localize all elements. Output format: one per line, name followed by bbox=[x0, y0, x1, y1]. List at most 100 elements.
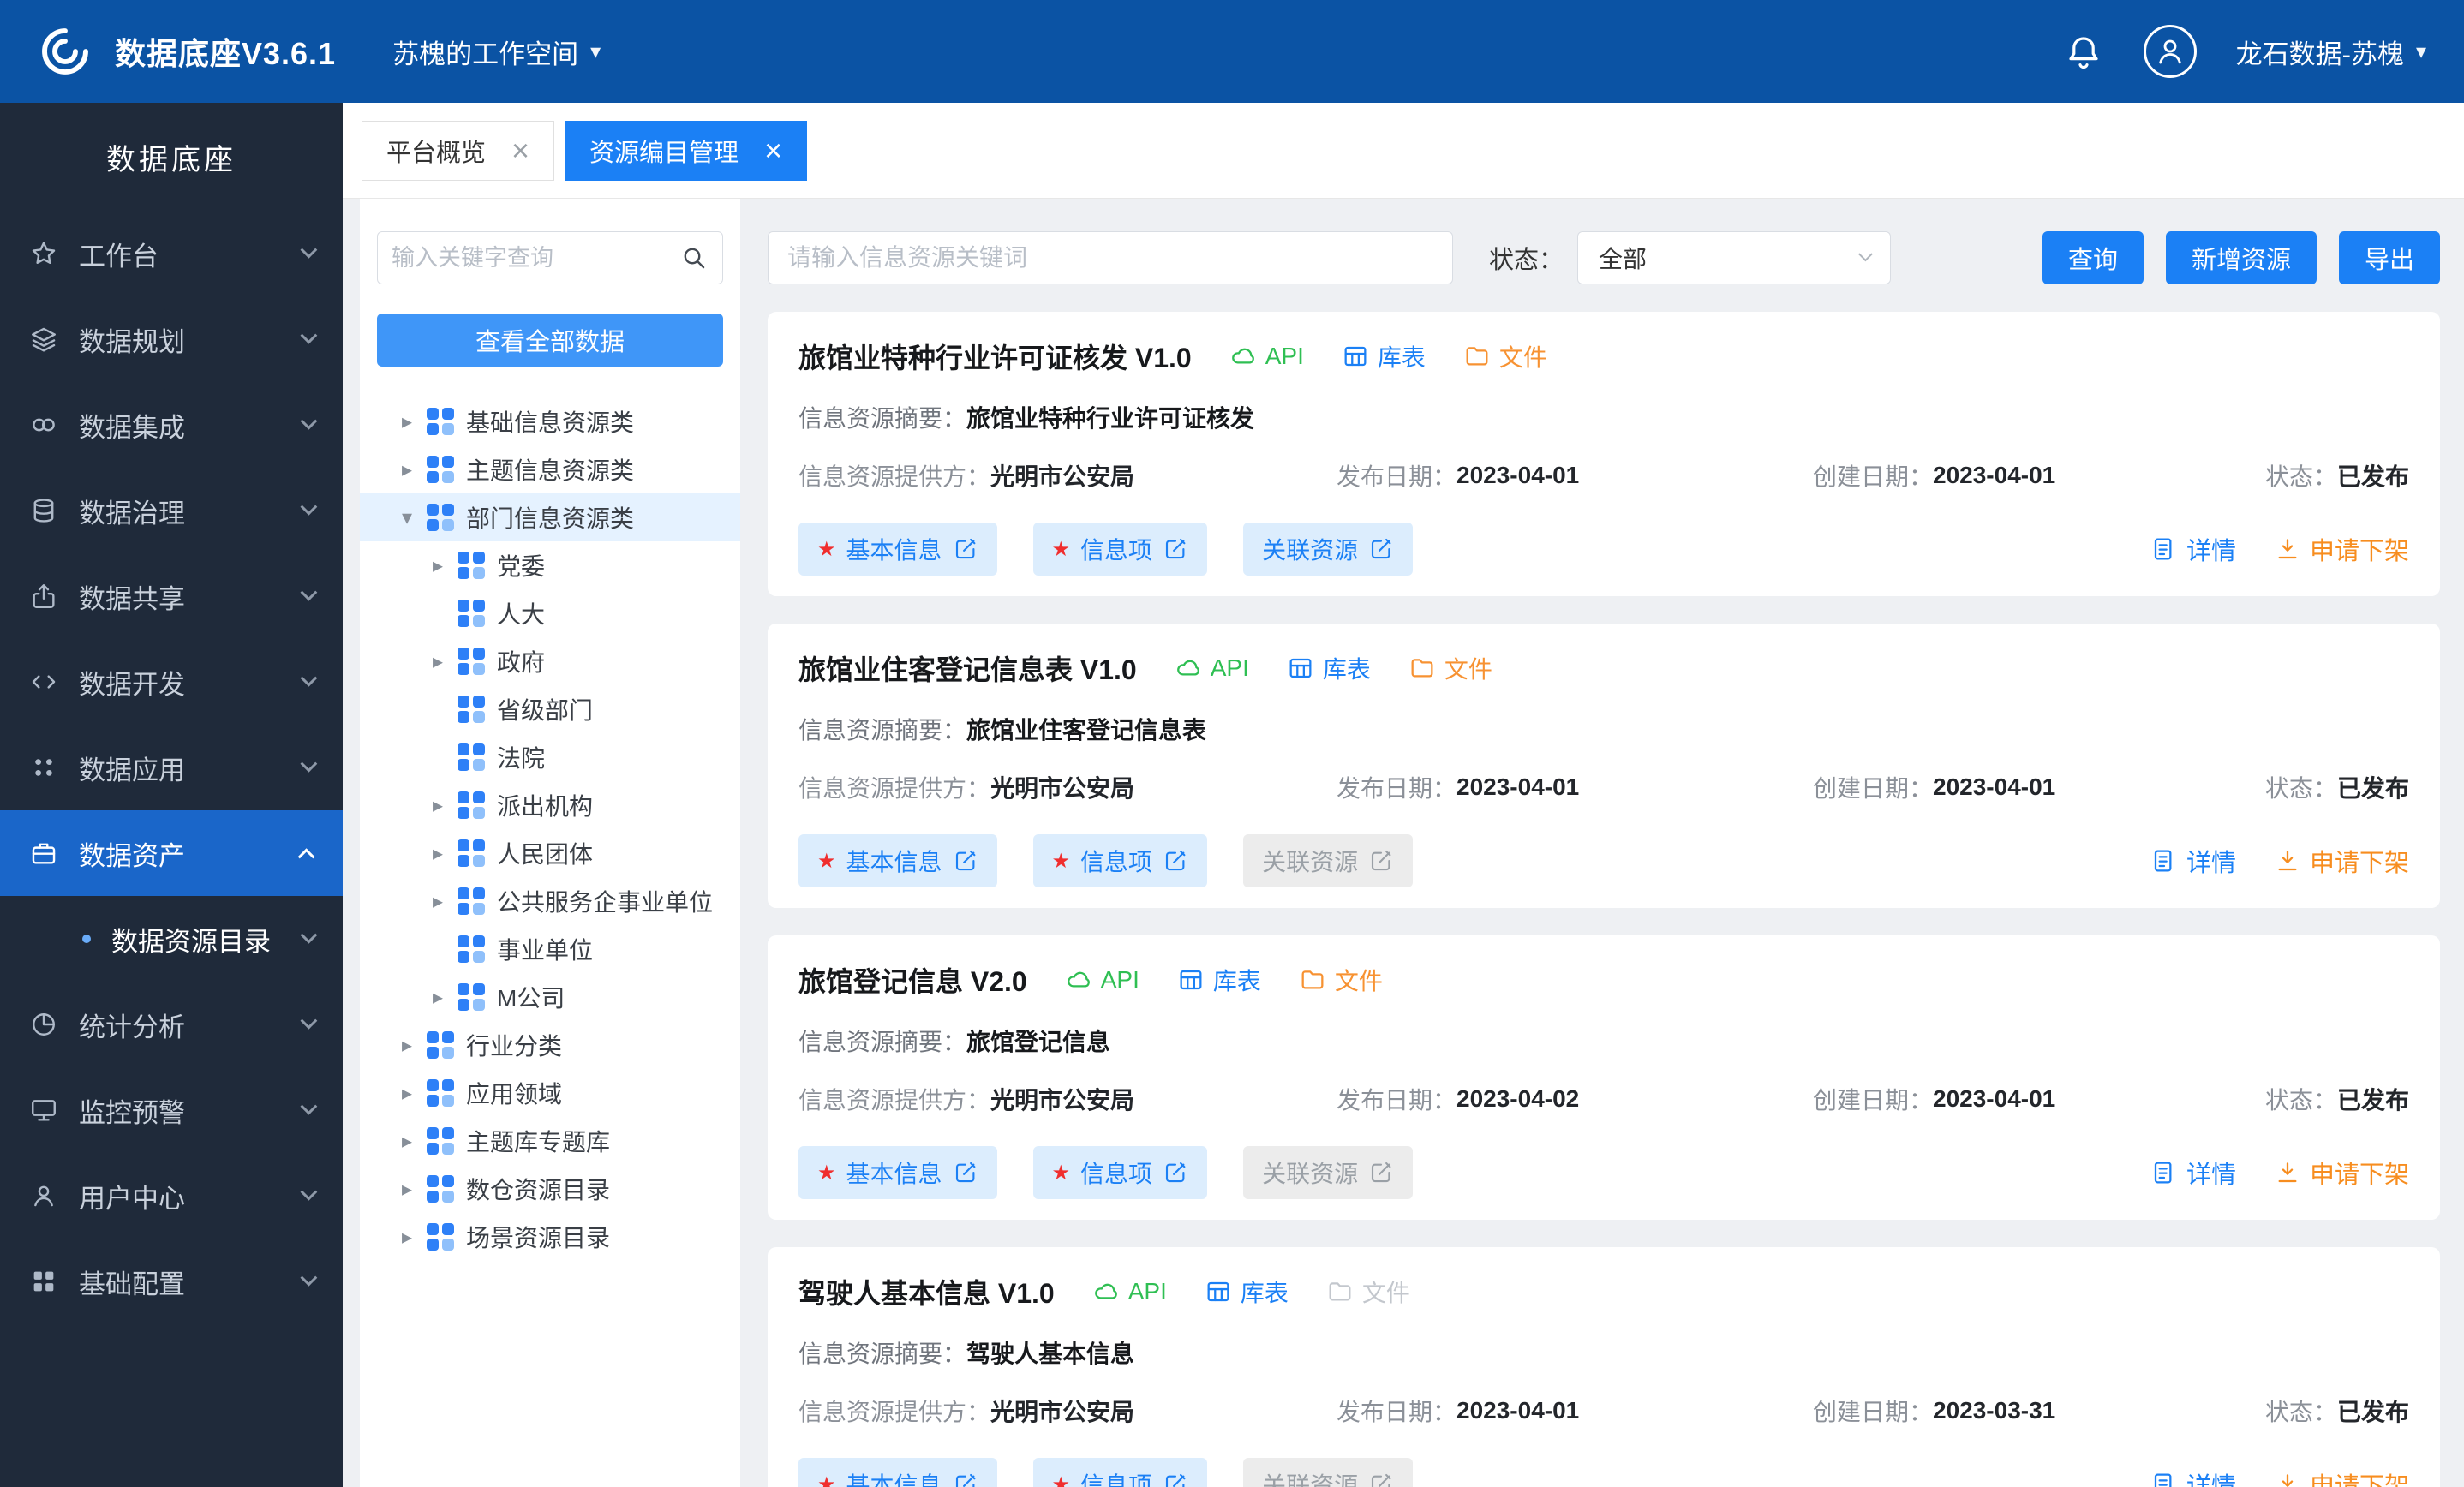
query-button[interactable]: 查询 bbox=[2042, 231, 2144, 284]
tree-node-department-info-resources[interactable]: ▾部门信息资源类 bbox=[360, 493, 740, 541]
edit-icon bbox=[1163, 1472, 1188, 1487]
sidebar-item-data-development[interactable]: 数据开发 bbox=[0, 639, 343, 725]
add-resource-button[interactable]: 新增资源 bbox=[2166, 231, 2317, 284]
view-all-data-button[interactable]: 查看全部数据 bbox=[377, 314, 723, 367]
caret-right-icon[interactable]: ▸ bbox=[394, 1033, 420, 1058]
detail-link[interactable]: 详情 bbox=[2150, 1155, 2236, 1191]
tab-resource-catalog-management[interactable]: 资源编目管理 × bbox=[565, 121, 807, 181]
info-items-button[interactable]: ★信息项 bbox=[1033, 834, 1208, 887]
tree-node-party-committee[interactable]: ▸党委 bbox=[360, 541, 740, 589]
tree-node-government[interactable]: ▸政府 bbox=[360, 637, 740, 685]
sidebar-item-data-governance[interactable]: 数据治理 bbox=[0, 468, 343, 553]
sidebar-item-user-center[interactable]: 用户中心 bbox=[0, 1153, 343, 1239]
request-offline-link[interactable]: 申请下架 bbox=[2274, 531, 2409, 567]
caret-right-icon[interactable]: ▸ bbox=[425, 841, 451, 866]
user-menu[interactable]: 龙石数据-苏槐 ▾ bbox=[2236, 33, 2426, 71]
request-offline-link[interactable]: 申请下架 bbox=[2274, 843, 2409, 879]
detail-link[interactable]: 详情 bbox=[2150, 1466, 2236, 1487]
caret-right-icon[interactable]: ▸ bbox=[425, 793, 451, 818]
detail-link[interactable]: 详情 bbox=[2150, 843, 2236, 879]
close-icon[interactable]: × bbox=[764, 135, 782, 166]
tree-node-peoples-congress[interactable]: 人大 bbox=[360, 589, 740, 637]
tree-node-theme-library[interactable]: ▸主题库专题库 bbox=[360, 1117, 740, 1165]
chip-label: 关联资源 bbox=[1262, 532, 1358, 566]
sidebar-item-workbench[interactable]: 工作台 bbox=[0, 211, 343, 296]
tree-node-peoples-organizations[interactable]: ▸人民团体 bbox=[360, 829, 740, 877]
caret-right-icon[interactable]: ▸ bbox=[425, 553, 451, 578]
close-icon[interactable]: × bbox=[511, 135, 529, 166]
tree-node-basic-info-resources[interactable]: ▸基础信息资源类 bbox=[360, 397, 740, 445]
caret-right-icon[interactable]: ▸ bbox=[394, 457, 420, 482]
caret-down-icon[interactable]: ▾ bbox=[394, 505, 420, 530]
workspace-switcher[interactable]: 苏槐的工作空间 ▾ bbox=[392, 33, 601, 71]
related-resource-button[interactable]: 关联资源 bbox=[1243, 523, 1413, 576]
request-offline-link[interactable]: 申请下架 bbox=[2274, 1466, 2409, 1487]
caret-right-icon[interactable]: ▸ bbox=[425, 889, 451, 914]
chip-label: 信息项 bbox=[1080, 1156, 1152, 1190]
caret-right-icon[interactable]: ▸ bbox=[394, 1081, 420, 1106]
provider-label: 信息资源提供方： bbox=[798, 1394, 990, 1428]
request-offline-link[interactable]: 申请下架 bbox=[2274, 1155, 2409, 1191]
tree-node-provincial-departments[interactable]: 省级部门 bbox=[360, 685, 740, 733]
category-icon bbox=[427, 1031, 454, 1059]
caret-right-icon[interactable]: ▸ bbox=[394, 1177, 420, 1202]
tree-search-input[interactable] bbox=[392, 245, 671, 272]
tree-node-scenario-resource-catalog[interactable]: ▸场景资源目录 bbox=[360, 1213, 740, 1261]
tree-node-theme-info-resources[interactable]: ▸ 主题信息资源类 bbox=[360, 445, 740, 493]
category-icon bbox=[458, 648, 485, 675]
caret-right-icon[interactable]: ▸ bbox=[394, 409, 420, 434]
info-items-button[interactable]: ★信息项 bbox=[1033, 1146, 1208, 1199]
related-resource-button[interactable]: 关联资源 bbox=[1243, 1458, 1413, 1487]
user-avatar[interactable] bbox=[2144, 25, 2197, 78]
info-items-button[interactable]: ★信息项 bbox=[1033, 1458, 1208, 1487]
caret-right-icon[interactable]: ▸ bbox=[394, 1225, 420, 1250]
tree-node-public-service-enterprises[interactable]: ▸公共服务企事业单位 bbox=[360, 877, 740, 925]
sidebar-item-monitoring[interactable]: 监控预警 bbox=[0, 1067, 343, 1153]
info-items-button[interactable]: ★信息项 bbox=[1033, 523, 1208, 576]
resource-search-input[interactable] bbox=[787, 244, 1433, 272]
tab-platform-overview[interactable]: 平台概览 × bbox=[362, 121, 554, 181]
tree-node-application-domain[interactable]: ▸应用领域 bbox=[360, 1069, 740, 1117]
search-icon[interactable] bbox=[679, 243, 709, 272]
detail-link[interactable]: 详情 bbox=[2150, 531, 2236, 567]
tree-node-industry-classification[interactable]: ▸行业分类 bbox=[360, 1021, 740, 1069]
tree-node-label: 事业单位 bbox=[497, 932, 593, 966]
tree-node-court[interactable]: 法院 bbox=[360, 733, 740, 781]
required-star-icon: ★ bbox=[1052, 537, 1071, 562]
sidebar: 数据底座 工作台 数据规划 数据集成 数据治理 数据共享 数据开发 数据应用 数… bbox=[0, 103, 343, 1487]
caret-right-icon[interactable]: ▸ bbox=[394, 1129, 420, 1154]
notification-bell-icon[interactable] bbox=[2063, 31, 2104, 72]
sidebar-item-data-assets[interactable]: 数据资产 bbox=[0, 810, 343, 896]
related-resource-button[interactable]: 关联资源 bbox=[1243, 834, 1413, 887]
tree-node-public-institutions[interactable]: 事业单位 bbox=[360, 925, 740, 973]
resource-title: 旅馆业住客登记信息表 V1.0 bbox=[798, 648, 1137, 688]
table-icon bbox=[1205, 1278, 1232, 1305]
basic-info-button[interactable]: ★基本信息 bbox=[798, 834, 997, 887]
sidebar-item-data-application[interactable]: 数据应用 bbox=[0, 725, 343, 810]
basic-info-button[interactable]: ★基本信息 bbox=[798, 1458, 997, 1487]
status-value: 已发布 bbox=[2337, 1394, 2409, 1428]
caret-right-icon[interactable]: ▸ bbox=[425, 649, 451, 674]
tree-node-label: 主题信息资源类 bbox=[466, 452, 634, 487]
tag-label: 文件 bbox=[1444, 651, 1492, 685]
sidebar-item-label: 数据资产 bbox=[79, 834, 302, 873]
category-icon bbox=[427, 408, 454, 435]
create-date-value: 2023-04-01 bbox=[1933, 1085, 2055, 1113]
tree-node-m-company[interactable]: ▸M公司 bbox=[360, 973, 740, 1021]
database-icon bbox=[29, 496, 58, 525]
basic-info-button[interactable]: ★基本信息 bbox=[798, 523, 997, 576]
status-select[interactable]: 全部 bbox=[1577, 231, 1891, 284]
chevron-down-icon bbox=[301, 1098, 318, 1115]
sidebar-item-data-planning[interactable]: 数据规划 bbox=[0, 296, 343, 382]
related-resource-button[interactable]: 关联资源 bbox=[1243, 1146, 1413, 1199]
sidebar-item-data-resource-catalog[interactable]: 数据资源目录 bbox=[0, 896, 343, 982]
sidebar-item-data-sharing[interactable]: 数据共享 bbox=[0, 553, 343, 639]
tree-node-dispatched-agencies[interactable]: ▸派出机构 bbox=[360, 781, 740, 829]
basic-info-button[interactable]: ★基本信息 bbox=[798, 1146, 997, 1199]
sidebar-item-data-integration[interactable]: 数据集成 bbox=[0, 382, 343, 468]
export-button[interactable]: 导出 bbox=[2339, 231, 2440, 284]
sidebar-item-statistics[interactable]: 统计分析 bbox=[0, 982, 343, 1067]
tree-node-data-warehouse-catalog[interactable]: ▸数仓资源目录 bbox=[360, 1165, 740, 1213]
caret-right-icon[interactable]: ▸ bbox=[425, 985, 451, 1010]
sidebar-item-basic-config[interactable]: 基础配置 bbox=[0, 1239, 343, 1324]
